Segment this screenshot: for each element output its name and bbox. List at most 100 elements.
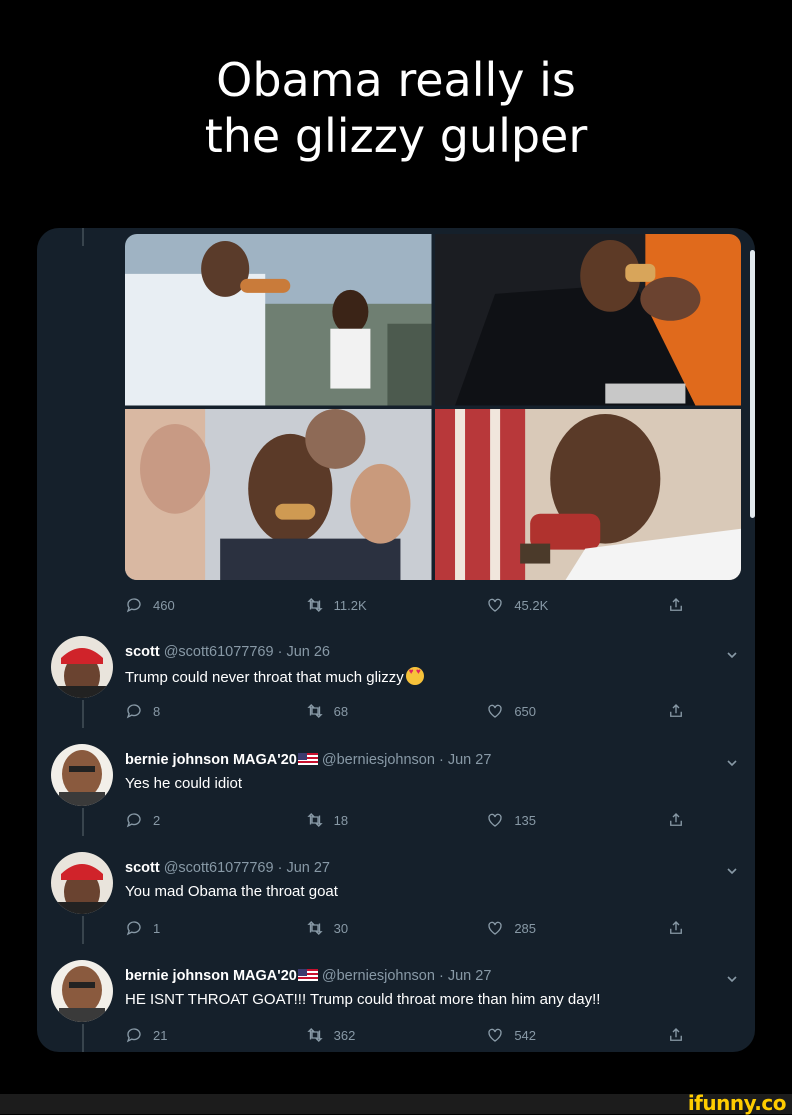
retweet-button[interactable]: 362 — [306, 1026, 426, 1044]
retweet-icon — [307, 704, 323, 718]
share-button[interactable] — [667, 596, 685, 614]
thread-line — [82, 916, 84, 944]
share-button[interactable] — [667, 919, 685, 937]
reply-icon — [126, 598, 141, 613]
heart-icon — [488, 598, 502, 612]
reply-actions: 1 30 285 — [125, 919, 685, 937]
thread-line — [82, 228, 84, 246]
reply-button[interactable]: 1 — [125, 919, 245, 937]
photo-eating-hotdog-dark-jacket[interactable] — [434, 234, 741, 406]
heart-icon — [488, 704, 502, 718]
handle[interactable]: @berniesjohnson — [322, 968, 435, 984]
handle[interactable]: @berniesjohnson — [322, 752, 435, 768]
share-button[interactable] — [667, 702, 685, 720]
chevron-down-icon[interactable] — [725, 648, 739, 662]
chevron-down-icon[interactable] — [725, 756, 739, 770]
caption-line-1: Obama really is — [216, 53, 576, 107]
chevron-down-icon[interactable] — [725, 864, 739, 878]
tweet-date[interactable]: Jun 27 — [448, 968, 492, 984]
separator-dot: · — [277, 860, 283, 876]
reply-button[interactable]: 21 — [125, 1026, 245, 1044]
tweet-header: bernie johnson MAGA'20 @berniesjohnson ·… — [125, 968, 491, 984]
retweet-button[interactable]: 30 — [306, 919, 426, 937]
chevron-down-icon[interactable] — [725, 972, 739, 986]
tweet-text: Trump could never throat that much glizz… — [125, 667, 424, 686]
retweet-icon — [307, 921, 323, 935]
avatar[interactable] — [51, 852, 113, 914]
reply-actions: 2 18 135 — [125, 811, 685, 829]
retweet-button[interactable]: 11.2K — [306, 596, 426, 614]
retweet-count: 362 — [333, 1027, 356, 1043]
heart-icon — [488, 813, 502, 827]
like-button[interactable]: 542 — [486, 1026, 606, 1044]
thread-line — [82, 1024, 84, 1052]
photo-eating-sandwich-open-mouth[interactable] — [434, 408, 741, 580]
retweet-button[interactable]: 18 — [306, 811, 426, 829]
reply-count: 1 — [153, 920, 161, 936]
photo-eating-hotdog-outdoors[interactable] — [125, 234, 432, 406]
share-button[interactable] — [667, 1026, 685, 1044]
tweet-date[interactable]: Jun 27 — [286, 860, 330, 876]
like-count: 542 — [514, 1027, 537, 1043]
retweet-count: 68 — [333, 703, 349, 719]
reply-icon — [126, 921, 141, 936]
avatar[interactable] — [51, 960, 113, 1022]
reply-count: 2 — [153, 812, 161, 828]
share-icon — [670, 598, 682, 611]
scrollbar[interactable] — [750, 250, 755, 518]
reply-icon — [126, 704, 141, 719]
handle[interactable]: @scott61077769 — [164, 644, 274, 660]
like-count: 285 — [514, 920, 537, 936]
reply-count: 8 — [153, 703, 161, 719]
like-button[interactable]: 45.2K — [486, 596, 606, 614]
reply-button[interactable]: 460 — [125, 596, 245, 614]
share-button[interactable] — [667, 811, 685, 829]
share-icon — [670, 1028, 682, 1041]
retweet-icon — [307, 598, 323, 612]
display-name[interactable]: bernie johnson MAGA'20 — [125, 752, 297, 768]
retweet-button[interactable]: 68 — [306, 702, 426, 720]
reply-button[interactable]: 8 — [125, 702, 245, 720]
like-button[interactable]: 285 — [486, 919, 606, 937]
separator-dot: · — [277, 644, 283, 660]
separator-dot: · — [438, 968, 444, 984]
tweet-date[interactable]: Jun 26 — [286, 644, 330, 660]
handle[interactable]: @scott61077769 — [164, 860, 274, 876]
tweet-header: scott @scott61077769 · Jun 26 — [125, 644, 330, 660]
display-name[interactable]: bernie johnson MAGA'20 — [125, 968, 297, 984]
watermark-bar — [0, 1094, 792, 1114]
avatar[interactable] — [51, 744, 113, 806]
photo-eating-hotdog-crowd[interactable] — [125, 408, 432, 580]
separator-dot: · — [438, 752, 444, 768]
retweet-count: 11.2K — [333, 597, 367, 613]
main-tweet-actions: 460 11.2K 45.2K — [125, 596, 685, 614]
display-name[interactable]: scott — [125, 644, 160, 660]
reply-button[interactable]: 2 — [125, 811, 245, 829]
like-count: 650 — [514, 703, 537, 719]
reply-icon — [126, 813, 141, 828]
tweet-text-content: Trump could never throat that much glizz… — [125, 669, 404, 686]
like-button[interactable]: 650 — [486, 702, 606, 720]
reply-actions: 8 68 650 — [125, 702, 685, 720]
display-name[interactable]: scott — [125, 860, 160, 876]
tweet-date[interactable]: Jun 27 — [448, 752, 492, 768]
retweet-count: 18 — [333, 812, 349, 828]
tweet-screenshot: 460 11.2K 45.2K scott @scott61077769 · J… — [37, 228, 755, 1052]
tweet-photo-grid[interactable] — [125, 234, 741, 580]
caption-line-2: the glizzy gulper — [204, 109, 588, 163]
share-icon — [670, 921, 682, 934]
retweet-count: 30 — [333, 920, 349, 936]
like-count: 135 — [514, 812, 537, 828]
avatar[interactable] — [51, 636, 113, 698]
us-flag-icon — [297, 753, 318, 765]
tweet-header: bernie johnson MAGA'20 @berniesjohnson ·… — [125, 752, 491, 768]
thread-line — [82, 700, 84, 728]
tweet-header: scott @scott61077769 · Jun 27 — [125, 860, 330, 876]
retweet-icon — [307, 1028, 323, 1042]
tweet-text: You mad Obama the throat goat — [125, 883, 338, 900]
meme-caption: Obama really is the glizzy gulper — [0, 52, 792, 164]
retweet-icon — [307, 813, 323, 827]
heart-icon — [488, 921, 502, 935]
like-button[interactable]: 135 — [486, 811, 606, 829]
us-flag-icon — [297, 969, 318, 981]
